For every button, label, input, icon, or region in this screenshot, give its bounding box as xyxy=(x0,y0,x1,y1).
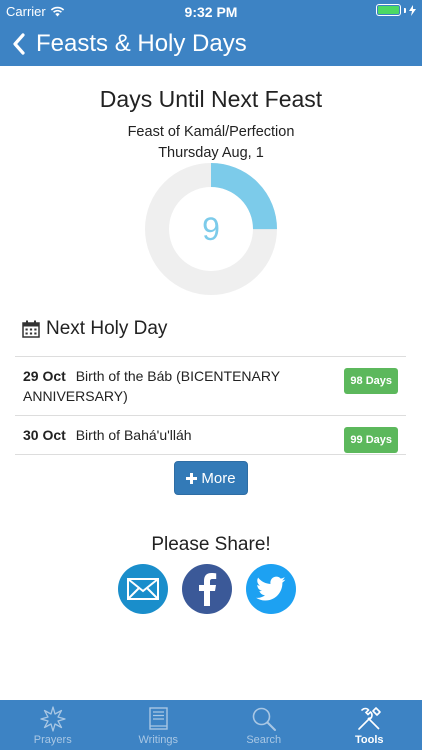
days-remaining-badge: 99 Days xyxy=(344,427,398,453)
tab-writings[interactable]: Writings xyxy=(106,700,212,750)
list-item[interactable]: 29 Oct Birth of the Báb (BICENTENARY ANN… xyxy=(15,357,406,416)
tab-label: Tools xyxy=(354,734,384,746)
facebook-icon xyxy=(199,573,217,606)
star-burst-icon xyxy=(40,706,66,732)
holy-day-list: 29 Oct Birth of the Báb (BICENTENARY ANN… xyxy=(15,356,406,455)
twitter-bird-icon xyxy=(256,576,286,601)
holy-day-date: 29 Oct xyxy=(23,368,66,384)
back-button[interactable] xyxy=(0,33,26,55)
next-holy-day-title: Next Holy Day xyxy=(46,318,168,339)
navigation-bar: Feasts & Holy Days xyxy=(0,22,422,66)
calendar-icon xyxy=(22,320,40,338)
book-icon xyxy=(149,707,168,730)
tab-tools[interactable]: Tools xyxy=(317,700,422,750)
battery-icon xyxy=(376,4,401,16)
list-item[interactable]: 30 Oct Birth of Bahá'u'lláh 99 Days xyxy=(15,416,406,455)
status-time: 9:32 PM xyxy=(184,4,238,20)
next-holy-day-heading: Next Holy Day xyxy=(22,318,167,340)
main-content: Days Until Next Feast Feast of Kamál/Per… xyxy=(0,66,422,700)
next-feast-name: Feast of Kamál/Perfection xyxy=(127,124,295,140)
days-count: 9 xyxy=(202,210,220,247)
envelope-icon xyxy=(127,578,159,600)
charging-bolt-icon xyxy=(409,4,416,16)
more-button-label: More xyxy=(201,469,236,487)
next-feast-heading: Days Until Next Feast xyxy=(99,86,323,112)
facebook-share-button[interactable] xyxy=(182,564,232,614)
tab-label: Search xyxy=(246,734,282,746)
page-title: Feasts & Holy Days xyxy=(36,30,247,57)
days-remaining-badge: 98 Days xyxy=(344,368,398,394)
tools-icon xyxy=(358,707,382,730)
chevron-left-icon xyxy=(13,33,25,55)
holy-day-date: 30 Oct xyxy=(23,427,66,443)
twitter-share-button[interactable] xyxy=(246,564,296,614)
tab-label: Writings xyxy=(138,734,179,746)
tab-bar: Prayers Writings Search Tools xyxy=(0,700,422,750)
more-button[interactable]: More xyxy=(174,461,248,495)
email-share-button[interactable] xyxy=(118,564,168,614)
holy-day-name: Birth of Bahá'u'lláh xyxy=(75,427,192,443)
tab-search[interactable]: Search xyxy=(211,700,317,750)
search-icon xyxy=(252,707,276,731)
share-buttons xyxy=(118,564,296,614)
status-bar: Carrier 9:32 PM xyxy=(0,0,422,22)
tab-prayers[interactable]: Prayers xyxy=(0,700,106,750)
next-feast-date: Thursday Aug, 1 xyxy=(158,145,264,161)
battery-indicator xyxy=(376,4,416,16)
share-title: Please Share! xyxy=(151,534,271,555)
plus-icon xyxy=(186,472,198,484)
tab-label: Prayers xyxy=(33,734,72,746)
